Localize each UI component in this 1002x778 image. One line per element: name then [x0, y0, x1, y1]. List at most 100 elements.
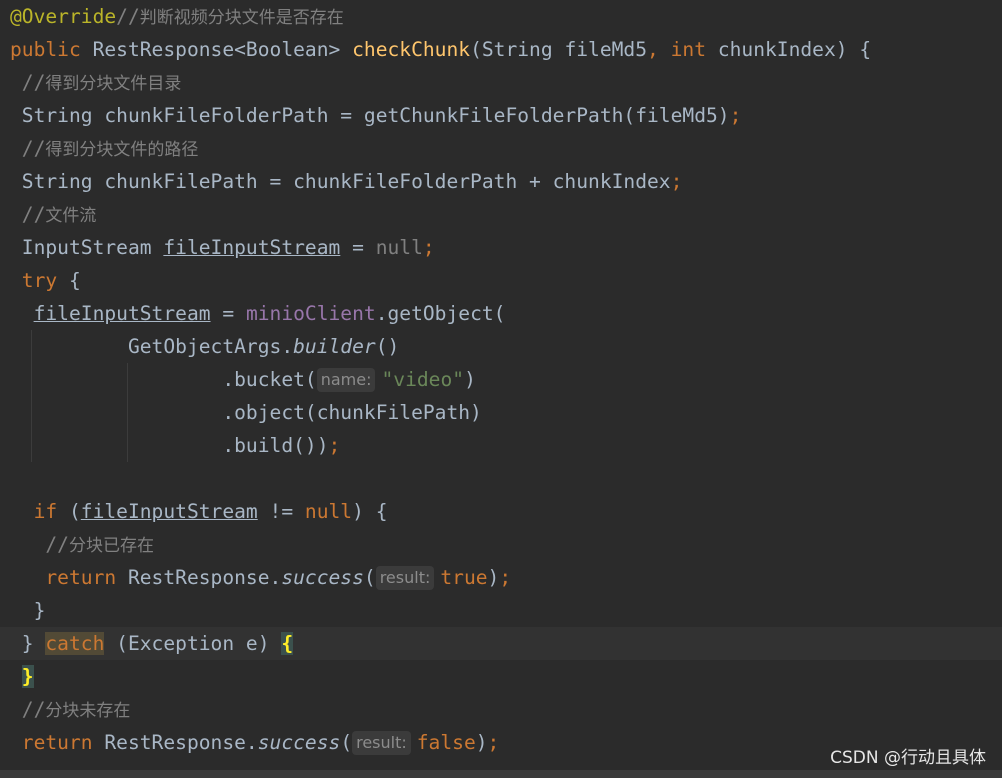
code-token: 分块已存在 — [68, 536, 154, 556]
parameter-hint: name: — [316, 368, 376, 392]
code-token: try — [21, 269, 69, 292]
code-line[interactable]: GetObjectArgs.builder() — [0, 330, 1002, 363]
code-token: (Exception e) — [104, 632, 282, 655]
code-token: minioClient — [245, 302, 376, 325]
code-token: InputStream — [10, 236, 164, 259]
code-token: // — [116, 5, 140, 28]
code-line[interactable]: //分块已存在 — [0, 528, 1002, 561]
code-token: != — [257, 500, 305, 523]
code-line[interactable]: InputStream fileInputStream = null; — [0, 231, 1002, 264]
code-line[interactable]: //分块未存在 — [0, 693, 1002, 726]
code-token: ( — [68, 500, 81, 523]
code-token: fileInputStream — [163, 236, 341, 259]
code-line[interactable]: return RestResponse.success(result: true)… — [0, 561, 1002, 594]
code-token: success — [257, 731, 341, 754]
code-token: 文件流 — [45, 206, 97, 226]
code-line[interactable]: try { — [0, 264, 1002, 297]
code-line[interactable]: } — [0, 594, 1002, 627]
code-token: RestResponse. — [104, 731, 258, 754]
code-token: // — [21, 137, 46, 160]
code-token: // — [21, 203, 46, 226]
code-token: // — [21, 698, 46, 721]
code-token: .getObject( — [375, 302, 506, 325]
editor-bottom-strip — [0, 770, 1002, 778]
code-line[interactable] — [0, 462, 1002, 495]
code-token: public — [10, 38, 93, 61]
code-token: , int — [647, 38, 718, 61]
code-line[interactable]: String chunkFilePath = chunkFileFolderPa… — [0, 165, 1002, 198]
code-token: return — [45, 566, 128, 589]
code-token: (String fileMd5 — [470, 38, 648, 61]
code-token: 分块未存在 — [45, 701, 131, 721]
code-line[interactable]: //得到分块文件的路径 — [0, 132, 1002, 165]
code-token: ) — [487, 566, 500, 589]
code-token: ) — [464, 368, 476, 391]
code-token: true — [440, 566, 488, 589]
code-token: RestResponse<Boolean> — [92, 38, 353, 61]
code-line[interactable]: .build()); — [0, 429, 1002, 462]
code-line[interactable]: .object(chunkFilePath) — [0, 396, 1002, 429]
code-token: fileInputStream — [33, 302, 211, 325]
code-token: ; — [729, 104, 742, 127]
code-token: 得到分块文件的路径 — [45, 140, 199, 160]
parameter-hint: result: — [352, 731, 411, 755]
code-token: ; — [487, 731, 500, 754]
code-token: = — [210, 302, 246, 325]
code-token: } — [10, 599, 46, 622]
code-token: ) { — [352, 500, 388, 523]
code-token: 得到分块文件目录 — [45, 74, 182, 94]
code-line[interactable]: public RestResponse<Boolean> checkChunk(… — [0, 33, 1002, 66]
code-token: ; — [328, 434, 341, 457]
code-token: 判断视频分块文件是否存在 — [139, 8, 344, 28]
code-token: fileInputStream — [80, 500, 258, 523]
code-token: ) — [475, 731, 488, 754]
code-token: // — [21, 71, 46, 94]
code-token: } — [10, 632, 46, 655]
code-token: .object(chunkFilePath) — [10, 401, 482, 424]
code-line[interactable]: .bucket(name: "video") — [0, 363, 1002, 396]
code-line[interactable]: } — [0, 660, 1002, 693]
code-line[interactable]: //得到分块文件目录 — [0, 66, 1002, 99]
parameter-hint: result: — [375, 566, 435, 590]
code-token: String chunkFilePath = chunkFileFolderPa… — [10, 170, 671, 193]
code-token: String chunkFileFolderPath = getChunkFil… — [10, 104, 730, 127]
code-line[interactable]: fileInputStream = minioClient.getObject( — [0, 297, 1002, 330]
code-line[interactable]: } catch (Exception e) { — [0, 627, 1002, 660]
code-token: builder — [293, 335, 376, 358]
code-token: () — [375, 335, 400, 358]
code-line[interactable]: if (fileInputStream != null) { — [0, 495, 1002, 528]
code-token: ( — [340, 731, 353, 754]
code-line[interactable]: //文件流 — [0, 198, 1002, 231]
code-token: catch — [45, 632, 105, 655]
code-token: if — [33, 500, 69, 523]
code-token: RestResponse. — [127, 566, 282, 589]
code-token: null — [304, 500, 353, 523]
code-token: success — [281, 566, 364, 589]
code-token: "video" — [381, 368, 465, 391]
code-token: false — [416, 731, 476, 754]
code-token: GetObjectArgs. — [10, 335, 294, 358]
csdn-watermark: CSDN @行动且具体 — [830, 748, 986, 768]
code-token: .build()) — [10, 434, 329, 457]
code-line[interactable]: String chunkFileFolderPath = getChunkFil… — [0, 99, 1002, 132]
code-token: return — [21, 731, 105, 754]
code-token: chunkIndex) { — [717, 38, 872, 61]
code-token: ( — [363, 566, 376, 589]
code-line[interactable]: @Override//判断视频分块文件是否存在 — [0, 0, 1002, 33]
code-token: { — [68, 269, 81, 292]
code-token: { — [281, 632, 294, 655]
code-editor[interactable]: @Override//判断视频分块文件是否存在 public RestRespon… — [0, 0, 1002, 778]
code-token: ; — [499, 566, 512, 589]
code-token: ; — [670, 170, 683, 193]
